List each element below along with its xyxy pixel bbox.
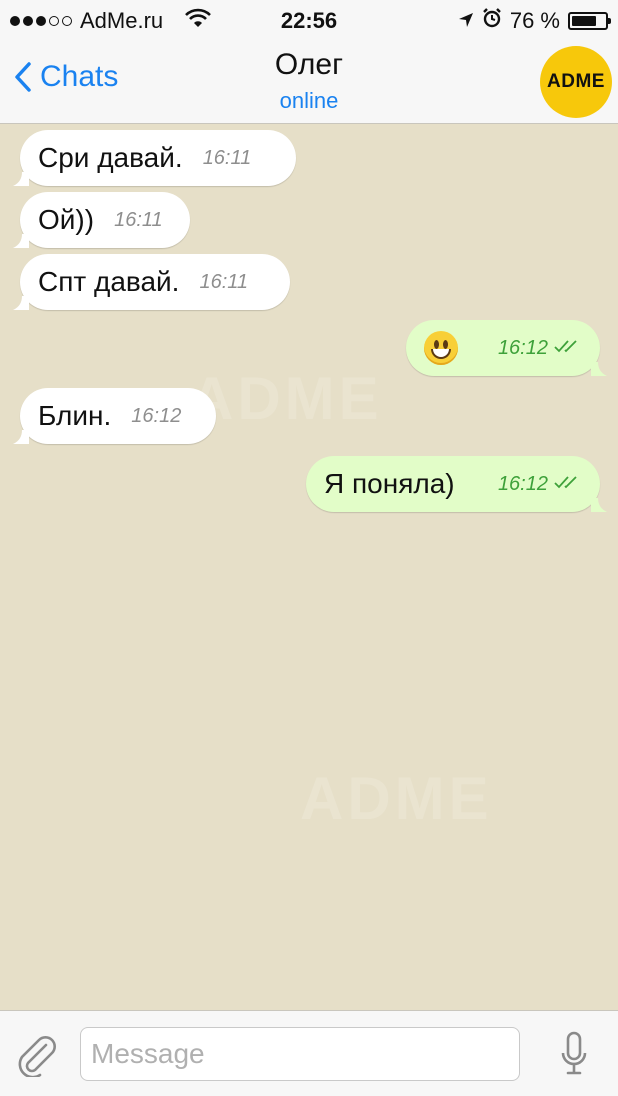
message-meta: 16:12 <box>498 473 582 496</box>
microphone-icon[interactable] <box>560 1031 588 1084</box>
double-check-icon <box>554 339 582 358</box>
watermark: ADME <box>300 765 493 832</box>
status-right: 76 % <box>458 8 611 34</box>
chat-header: Chats Олег online ADME <box>0 40 618 124</box>
message-time: 16:11 <box>199 270 249 293</box>
message-time: 16:12 <box>497 336 548 359</box>
message-text: Я поняла) <box>324 468 455 499</box>
chat-area[interactable]: ADME ADME Сри давай. 16:11 Ой)) 16:11 Сп… <box>0 124 618 1010</box>
watermark: ADME <box>190 365 383 432</box>
alarm-clock-icon <box>482 8 502 34</box>
message-bubble-outgoing[interactable]: 16:12 <box>406 320 607 376</box>
contact-name: Олег <box>274 48 344 81</box>
message-input-bar <box>0 1010 618 1096</box>
message-text: Блин. <box>38 400 112 431</box>
location-arrow-icon <box>458 8 474 34</box>
message-bubble-incoming[interactable]: Блин. 16:12 <box>13 388 216 444</box>
message-time: 16:11 <box>202 146 252 169</box>
message-text: Спт давай. <box>38 266 180 297</box>
message-bubble-incoming[interactable]: Спт давай. 16:11 <box>13 254 290 310</box>
avatar[interactable]: ADME <box>540 46 612 118</box>
message-meta: 16:12 <box>498 337 582 360</box>
message-text: Сри давай. <box>38 142 183 173</box>
message-bubble-incoming[interactable]: Ой)) 16:11 <box>13 192 190 248</box>
attach-paperclip-icon[interactable] <box>16 1033 58 1082</box>
double-check-icon <box>554 475 582 494</box>
status-bar: AdMe.ru 22:56 76 % <box>0 0 618 40</box>
message-input[interactable] <box>80 1027 520 1081</box>
contact-status: online <box>279 88 339 113</box>
battery-percent: 76 % <box>509 8 560 33</box>
battery-fill <box>572 16 597 26</box>
message-time: 16:11 <box>114 208 163 231</box>
battery-icon <box>568 12 611 30</box>
message-bubble-incoming[interactable]: Сри давай. 16:11 <box>13 130 296 186</box>
message-time: 16:12 <box>131 404 182 427</box>
message-time: 16:12 <box>497 472 548 495</box>
avatar-text: ADME <box>547 71 605 92</box>
grinning-face-icon <box>424 331 458 365</box>
message-bubble-outgoing[interactable]: Я поняла) 16:12 <box>306 456 607 512</box>
message-text: Ой)) <box>38 204 95 235</box>
